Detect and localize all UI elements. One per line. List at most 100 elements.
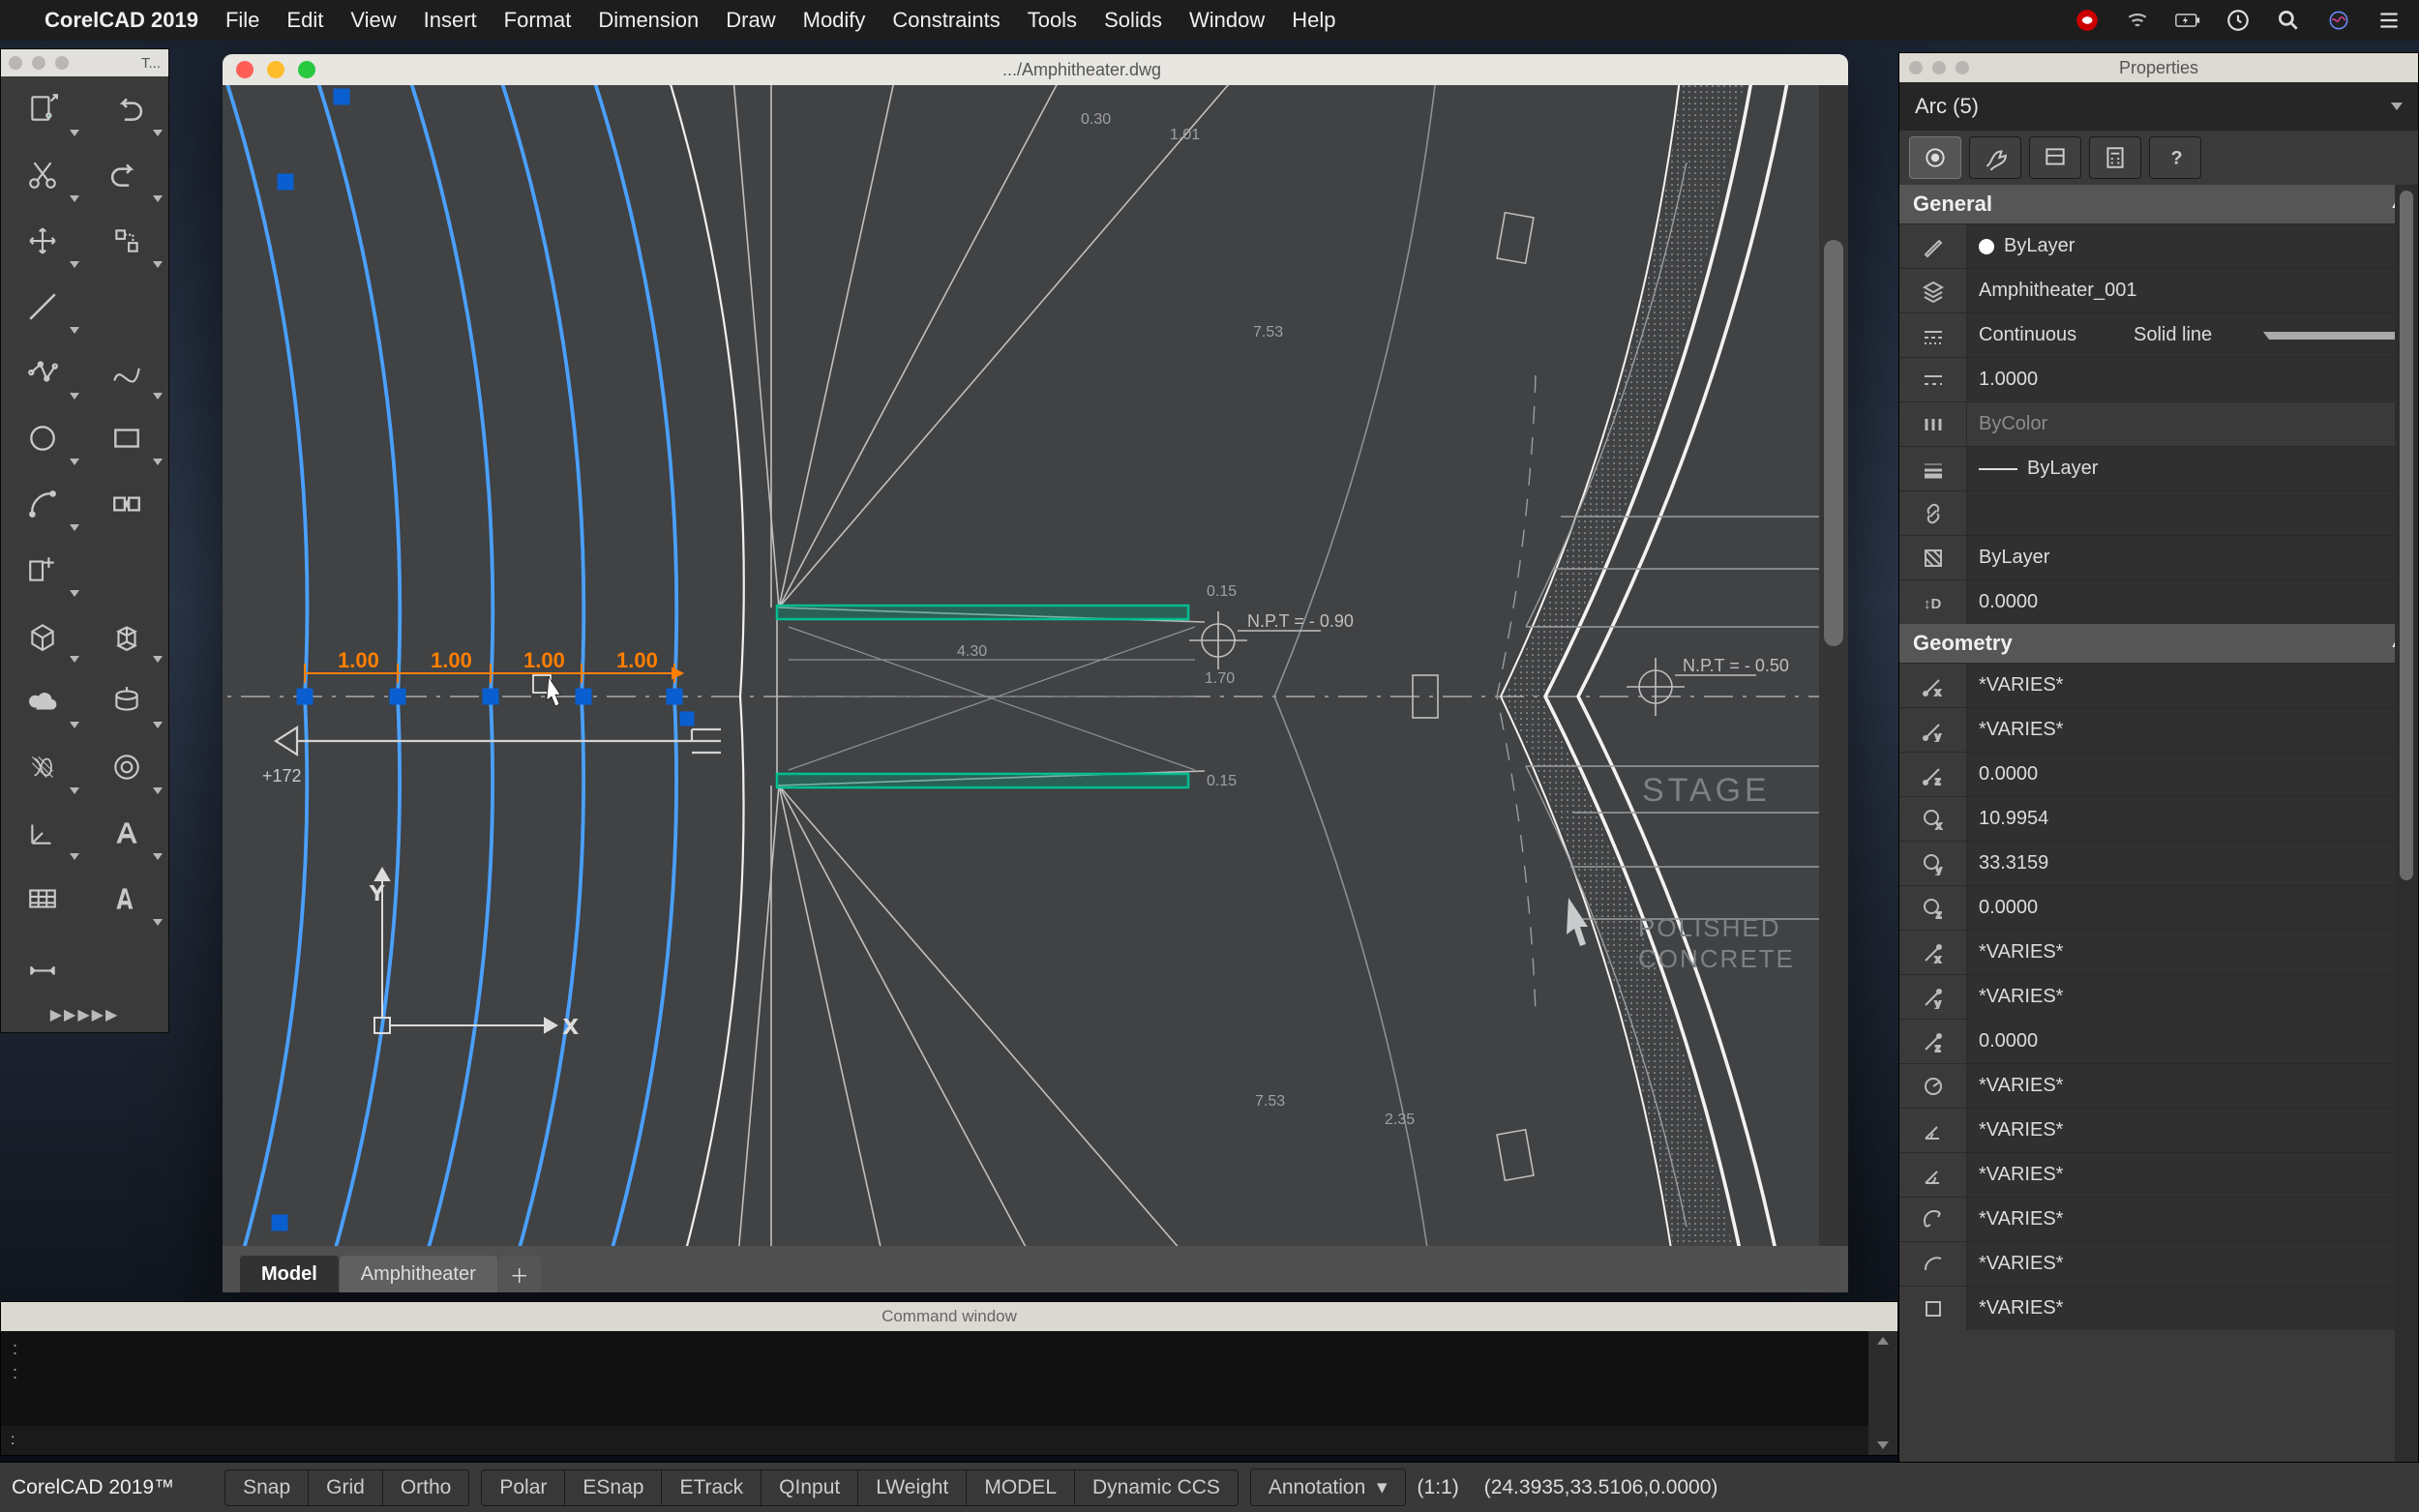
tool-arc[interactable] [1, 471, 85, 537]
menu-dimension[interactable]: Dimension [598, 8, 699, 33]
status-snap[interactable]: Snap [225, 1470, 309, 1505]
tool-polyline[interactable] [1, 340, 85, 405]
menu-file[interactable]: File [225, 8, 259, 33]
tool-box3d[interactable] [1, 603, 85, 668]
properties-titlebar[interactable]: Properties [1899, 53, 2418, 82]
menu-format[interactable]: Format [504, 8, 572, 33]
window-zoom-icon[interactable] [298, 61, 315, 78]
status-polar[interactable]: Polar [482, 1470, 565, 1505]
trend-micro-icon[interactable] [2075, 8, 2100, 33]
menu-insert[interactable]: Insert [424, 8, 477, 33]
drawing-titlebar[interactable]: .../Amphitheater.dwg [223, 54, 1848, 85]
prop-startangle[interactable]: *VARIES* [1967, 1109, 2418, 1152]
prop-hyperlink[interactable] [1967, 491, 2418, 535]
status-qinput[interactable]: QInput [762, 1470, 858, 1505]
prop-arclength[interactable]: *VARIES* [1967, 1242, 2418, 1286]
tool-new[interactable] [1, 76, 85, 142]
tool-properties-painter[interactable] [85, 208, 169, 274]
tab-add[interactable]: ＋ [498, 1256, 541, 1292]
props-calc-icon[interactable] [2089, 136, 2141, 179]
status-ortho[interactable]: Ortho [383, 1470, 469, 1505]
status-grid[interactable]: Grid [309, 1470, 383, 1505]
tool-pan[interactable] [1, 208, 85, 274]
prop-lineweight[interactable]: ByLayer [1967, 447, 2418, 490]
command-history[interactable] [1, 1331, 1868, 1426]
tool-rectangle[interactable] [85, 405, 169, 471]
tool-cut[interactable] [1, 142, 85, 208]
drawing-canvas[interactable]: N.P.T = - 0.50 STAGE POLISHED CONCRETE [223, 85, 1848, 1246]
tool-redo[interactable] [85, 142, 169, 208]
prop-thickness[interactable]: 0.0000 [1967, 580, 2418, 624]
prop-starty[interactable]: *VARIES* [1967, 708, 2418, 752]
props-help-icon[interactable]: ? [2149, 136, 2201, 179]
prop-startx[interactable]: *VARIES* [1967, 664, 2418, 707]
canvas-scrollbar-vertical[interactable] [1819, 85, 1848, 1246]
prop-endz[interactable]: 0.0000 [1967, 1020, 2418, 1063]
tool-cloud[interactable] [1, 668, 85, 734]
props-pick-icon[interactable] [1969, 136, 2021, 179]
tool-donut[interactable] [85, 734, 169, 800]
prop-endy[interactable]: *VARIES* [1967, 975, 2418, 1019]
prop-centery[interactable]: 33.3159 [1967, 842, 2418, 885]
tool-ucs[interactable] [1, 800, 85, 866]
notification-center-icon[interactable] [2376, 8, 2402, 33]
properties-selection[interactable]: Arc (5) [1899, 82, 2418, 131]
menu-edit[interactable]: Edit [286, 8, 323, 33]
prop-transparency[interactable]: ByLayer [1967, 536, 2418, 579]
siri-icon[interactable] [2326, 8, 2351, 33]
tool-line[interactable] [1, 274, 85, 340]
status-esnap[interactable]: ESnap [565, 1470, 662, 1505]
tool-revolve[interactable] [85, 668, 169, 734]
menu-help[interactable]: Help [1292, 8, 1335, 33]
tool-extrude[interactable] [85, 603, 169, 668]
wifi-icon[interactable] [2125, 8, 2150, 33]
menu-draw[interactable]: Draw [726, 8, 775, 33]
properties-scrollbar[interactable] [2395, 185, 2418, 1511]
status-etrack[interactable]: ETrack [662, 1470, 762, 1505]
window-close-icon[interactable] [236, 61, 254, 78]
prop-radius[interactable]: *VARIES* [1967, 1064, 2418, 1108]
command-scrollbar[interactable] [1868, 1331, 1897, 1455]
command-input[interactable]: : [1, 1426, 1868, 1455]
prop-linescale[interactable]: 1.0000 [1967, 358, 2418, 401]
section-general[interactable]: General▲ [1899, 185, 2418, 223]
status-scale[interactable]: (1:1) [1418, 1476, 1459, 1499]
tool-text[interactable] [85, 800, 169, 866]
prop-color[interactable]: ByLayer [1967, 224, 2418, 268]
props-quickselect-icon[interactable] [2029, 136, 2081, 179]
status-lweight[interactable]: LWeight [858, 1470, 967, 1505]
props-filter-assigned-icon[interactable] [1909, 136, 1961, 179]
tool-dimension[interactable] [1, 932, 85, 997]
status-model[interactable]: MODEL [967, 1470, 1075, 1505]
section-geometry[interactable]: Geometry▲ [1899, 624, 2418, 663]
prop-centerz[interactable]: 0.0000 [1967, 886, 2418, 930]
tool-text-align[interactable] [85, 866, 169, 932]
menu-window[interactable]: Window [1189, 8, 1265, 33]
prop-endx[interactable]: *VARIES* [1967, 931, 2418, 974]
prop-layer[interactable]: Amphitheater_001 [1967, 269, 2418, 312]
tool-break[interactable] [85, 471, 169, 537]
tool-table[interactable] [1, 866, 85, 932]
tool-circle[interactable] [1, 405, 85, 471]
app-name[interactable]: CorelCAD 2019 [45, 8, 198, 33]
prop-area[interactable]: *VARIES* [1967, 1287, 2418, 1330]
status-dccs[interactable]: Dynamic CCS [1075, 1470, 1238, 1505]
tool-insert-block[interactable] [1, 537, 85, 603]
menu-solids[interactable]: Solids [1104, 8, 1162, 33]
status-annotation[interactable]: Annotation ▾ [1251, 1469, 1405, 1505]
menu-modify[interactable]: Modify [803, 8, 866, 33]
menu-constraints[interactable]: Constraints [892, 8, 1000, 33]
prop-endangle[interactable]: *VARIES* [1967, 1153, 2418, 1197]
prop-totalangle[interactable]: *VARIES* [1967, 1198, 2418, 1241]
menu-tools[interactable]: Tools [1028, 8, 1077, 33]
clock-icon[interactable] [2225, 8, 2251, 33]
tool-palette-expand[interactable]: ▶▶▶▶▶ [1, 997, 168, 1032]
prop-startz[interactable]: 0.0000 [1967, 753, 2418, 796]
tool-hatch[interactable] [1, 734, 85, 800]
tool-spline[interactable] [85, 340, 169, 405]
tool-palette-titlebar[interactable]: T... [1, 49, 168, 76]
tab-layout[interactable]: Amphitheater [340, 1256, 497, 1292]
window-minimize-icon[interactable] [267, 61, 284, 78]
prop-linetype[interactable]: ContinuousSolid line [1967, 313, 2418, 357]
tab-model[interactable]: Model [240, 1256, 339, 1292]
